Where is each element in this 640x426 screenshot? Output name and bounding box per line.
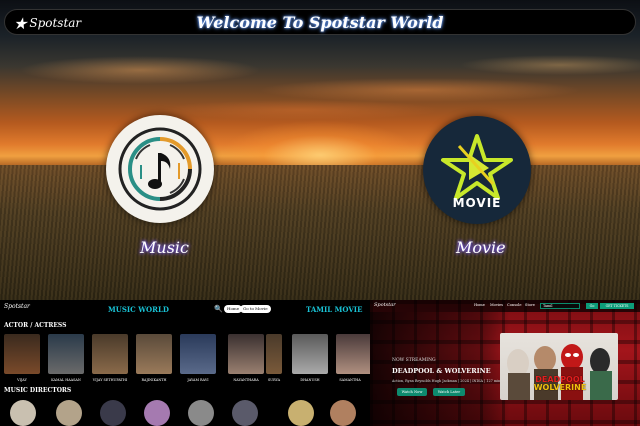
movie-preview-nav: Spotstar Home Movies Console Store Tamil… [370,300,640,312]
movie-preview-logo: Spotstar [374,302,396,308]
actor-card[interactable] [336,334,372,374]
poster-title: DEADPOOL WOLVERINE [530,376,590,392]
actor-name: VIJAY [17,378,27,382]
language-select[interactable]: Tamil [540,303,580,309]
actor-card[interactable] [4,334,40,374]
go-to-movie-button[interactable]: Go to Movie [240,305,271,313]
director-avatar[interactable] [100,400,126,426]
movie-label[interactable]: Movie [456,238,506,257]
tickets-button[interactable]: GET TICKETS [600,303,634,309]
nav-movies[interactable]: Movies [490,303,503,307]
music-button[interactable] [106,115,214,223]
actor-heading: ACTOR / ACTRESS [4,322,67,329]
watch-later-button[interactable]: Watch Later [433,388,465,396]
actor-card[interactable] [92,334,128,374]
director-avatar[interactable] [330,400,356,426]
movie-button[interactable]: MOVIE [423,116,531,224]
director-avatar[interactable] [188,400,214,426]
movie-logo-text: MOVIE [452,196,502,210]
field-ground [0,165,640,300]
music-label[interactable]: Music [140,238,189,257]
poster-line-wolverine: WOLVERINE [533,383,587,392]
page-title: Welcome To Spotstar World [196,13,444,32]
music-preview-nav: Spotstar MUSIC WORLD 🔍 Home Go to Movie … [0,300,370,316]
actor-card[interactable] [48,334,84,374]
actor-name: RAJINIKANTH [141,378,167,382]
music-world-title: MUSIC WORLD [108,305,169,314]
actor-name: SURYA [267,378,281,382]
director-avatar[interactable] [56,400,82,426]
actor-card[interactable] [136,334,172,374]
actor-name: KAMAL HAASAN [51,378,81,382]
music-preview-logo: Spotstar [4,303,30,310]
featured-movie-meta: Action, Ryan Reynolds Hugh Jackman | 202… [392,379,501,383]
actor-card[interactable] [228,334,264,374]
music-note-icon [118,127,202,211]
go-button[interactable]: Go [586,303,598,309]
sky-clouds [0,40,640,130]
director-avatar[interactable] [144,400,170,426]
now-streaming-label: NOW STREAMING [392,358,436,363]
actor-name: SAMANTHA [339,378,361,382]
hero-background [0,0,640,300]
nav-store[interactable]: Store [525,303,535,307]
actor-card[interactable] [180,334,216,374]
nav-home[interactable]: Home [474,303,485,307]
nav-console[interactable]: Console [507,303,522,307]
top-header-bar: ★ Spotstar Welcome To Spotstar World [4,9,636,35]
actor-card[interactable] [266,334,282,374]
director-avatar[interactable] [288,400,314,426]
director-avatar[interactable] [232,400,258,426]
actor-card[interactable] [292,334,328,374]
actor-name: JAYAM RAVI [187,378,209,382]
actor-name: DHANUSH [300,378,320,382]
actor-name: VIJAY SETHUPATHI [92,378,128,382]
tamil-movie-link[interactable]: TAMIL MOVIE [306,305,362,314]
search-icon[interactable]: 🔍 [214,305,223,313]
watch-now-button[interactable]: Watch Now [397,388,427,396]
featured-movie-title: DEADPOOL & WOLVERINE [392,367,491,375]
director-avatar[interactable] [10,400,36,426]
director-heading: MUSIC DIRECTORS [4,387,72,394]
